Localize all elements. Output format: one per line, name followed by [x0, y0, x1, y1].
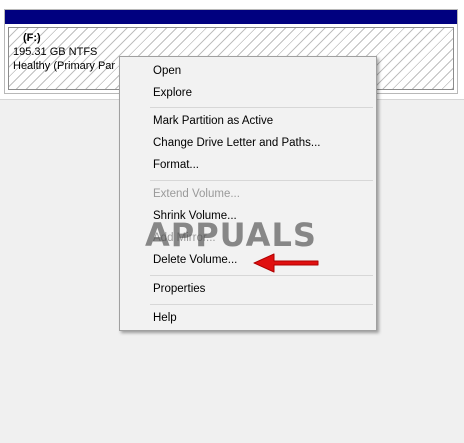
menu-item-open[interactable]: Open [122, 60, 374, 82]
menu-item-delete-volume[interactable]: Delete Volume... [122, 249, 374, 271]
menu-item-add-mirror: Add Mirror... [153, 232, 216, 244]
menu-item-mark-active[interactable]: Mark Partition as Active [122, 110, 374, 132]
menu-separator [150, 304, 373, 305]
volume-size: 195.31 GB NTFS [13, 46, 98, 58]
menu-item-format[interactable]: Format... [122, 154, 374, 176]
menu-separator [150, 107, 373, 108]
menu-item-change-drive-letter[interactable]: Change Drive Letter and Paths... [122, 132, 374, 154]
red-arrow-left-icon [253, 253, 319, 273]
volume-status: Healthy (Primary Par [13, 60, 116, 72]
menu-item-extend-volume: Extend Volume... [153, 188, 240, 200]
menu-item-shrink-volume[interactable]: Shrink Volume... [122, 205, 374, 227]
volume-header-bar [5, 10, 457, 24]
context-menu: Open Explore Mark Partition as Active Ch… [119, 56, 377, 331]
volume-letter: (F:) [23, 32, 41, 44]
menu-item-help[interactable]: Help [122, 307, 374, 329]
menu-separator [150, 180, 373, 181]
menu-item-explore[interactable]: Explore [122, 82, 374, 104]
menu-item-properties[interactable]: Properties [122, 278, 374, 300]
volume-info: (F:) 195.31 GB NTFS Healthy (Primary Par [13, 31, 115, 73]
